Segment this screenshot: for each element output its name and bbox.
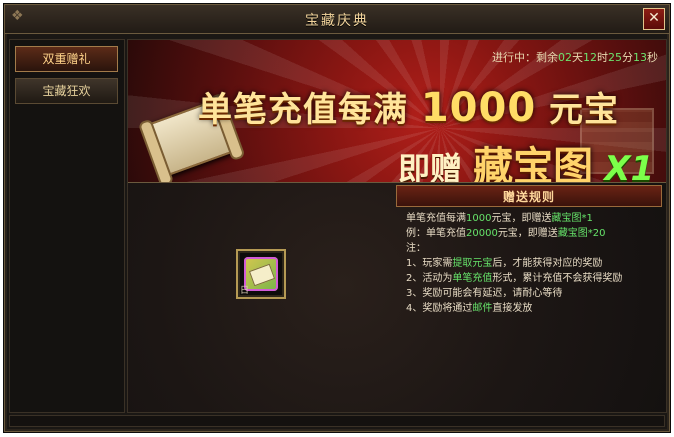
close-button[interactable]: ✕: [643, 8, 665, 30]
treasure-celebration-window: ❖ 宝藏庆典 ✕ 双重赠礼 宝藏狂欢 进行中：剩余02天12时25分13秒 单笔…: [4, 4, 670, 432]
item-tag: 日: [240, 286, 250, 296]
main-panel: 进行中：剩余02天12时25分13秒 单笔充值每满 1000 元宝 即赠 藏宝图…: [127, 39, 667, 413]
status-minutes-unit: 分: [622, 51, 633, 64]
rule1-a: 单笔充值每满: [406, 213, 466, 224]
sidebar: 双重赠礼 宝藏狂欢: [9, 39, 125, 413]
note2-highlight: 单笔充值: [452, 273, 493, 284]
note2-a: 2、活动为: [406, 273, 453, 284]
status-days: 02: [558, 51, 572, 64]
rule2-b: 元宝，即赠送: [497, 228, 558, 239]
rules-header: 赠送规则: [396, 185, 662, 207]
status-minutes: 25: [608, 51, 622, 64]
status-seconds-unit: 秒: [647, 51, 658, 64]
treasure-map-item-icon: [244, 257, 278, 291]
rule2-item: 藏宝图*20: [557, 228, 606, 239]
banner-line2-item: 藏宝图: [473, 144, 594, 183]
note4-highlight: 邮件: [472, 303, 493, 314]
promo-banner: 进行中：剩余02天12时25分13秒 单笔充值每满 1000 元宝 即赠 藏宝图…: [128, 40, 666, 183]
status-prefix: 进行中：剩余: [492, 51, 558, 64]
note-label: 注：: [406, 243, 426, 254]
banner-line-2: 即赠 藏宝图 X1: [398, 134, 655, 183]
tab-treasure-carnival[interactable]: 宝藏狂欢: [15, 78, 118, 104]
note1-a: 1、玩家需: [406, 258, 453, 269]
note2-b: 形式，累计充值不会获得奖励: [492, 273, 623, 284]
reward-item-slot[interactable]: 日: [236, 249, 286, 299]
note4-a: 4、奖励将通过: [406, 303, 473, 314]
banner-line2-multiplier: X1: [604, 149, 655, 183]
rule1-item: 藏宝图*1: [551, 213, 593, 224]
rule-line-1: 单笔充值每满1000元宝，即赠送藏宝图*1: [406, 211, 662, 226]
rule1-b: 元宝，即赠送: [491, 213, 552, 224]
banner-line-1: 单笔充值每满 1000 元宝: [198, 82, 619, 131]
banner-line1-suffix: 元宝: [549, 90, 620, 130]
note1-highlight: 提取元宝: [452, 258, 493, 269]
status-days-unit: 天: [572, 51, 583, 64]
countdown-status: 进行中：剩余02天12时25分13秒: [492, 49, 658, 65]
rule1-amount: 1000: [466, 213, 492, 224]
tab-double-gift[interactable]: 双重赠礼: [15, 46, 118, 72]
rules-text: 单笔充值每满1000元宝，即赠送藏宝图*1 例：单笔充值20000元宝，即赠送藏…: [406, 211, 662, 316]
banner-line1-prefix: 单笔充值每满: [198, 90, 408, 130]
rule2-amount: 20000: [466, 228, 498, 239]
rules-title: 赠送规则: [502, 190, 555, 204]
rule2-a: 例：单笔充值: [406, 228, 466, 239]
note4-b: 直接发放: [492, 303, 533, 314]
banner-line1-amount: 1000: [420, 85, 537, 131]
status-hours-unit: 时: [597, 51, 608, 64]
note-2: 2、活动为单笔充值形式，累计充值不会获得奖励: [406, 271, 662, 286]
bottom-bar: [9, 415, 665, 427]
banner-line2-prefix: 即赠: [398, 150, 463, 183]
rule-line-2: 例：单笔充值20000元宝，即赠送藏宝图*20: [406, 226, 662, 241]
window-title: 宝藏庆典: [305, 13, 369, 29]
note1-b: 后，才能获得对应的奖励: [492, 258, 603, 269]
note-4: 4、奖励将通过邮件直接发放: [406, 301, 662, 316]
status-hours: 12: [583, 51, 597, 64]
content-area: 日 赠送规则 单笔充值每满1000元宝，即赠送藏宝图*1 例：单笔充值20000…: [128, 183, 666, 412]
title-bar: ❖ 宝藏庆典 ✕: [5, 5, 669, 34]
status-seconds: 13: [633, 51, 647, 64]
note-3: 3、奖励可能会有延迟，请耐心等待: [406, 288, 563, 299]
note-1: 1、玩家需提取元宝后，才能获得对应的奖励: [406, 256, 662, 271]
